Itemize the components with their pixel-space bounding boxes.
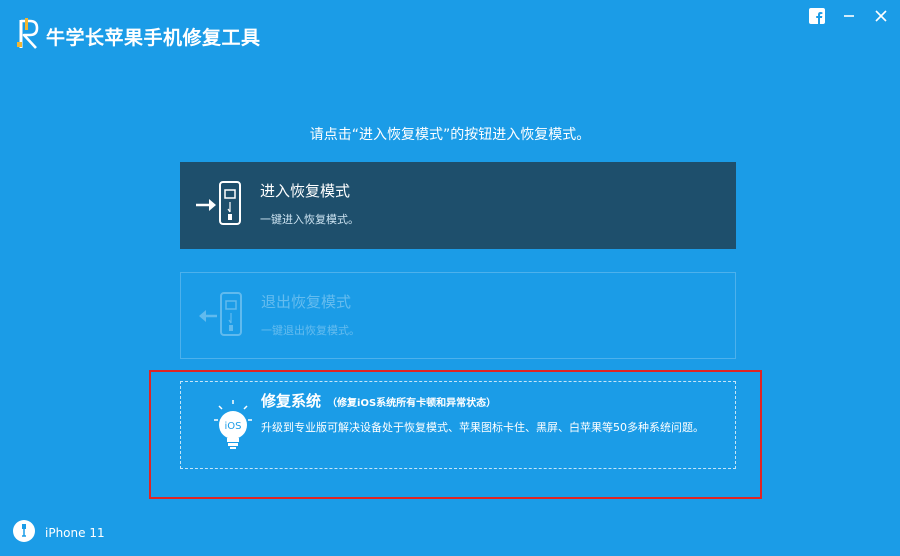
exit-recovery-mode-button[interactable]: 退出恢复模式 一键退出恢复模式。 (180, 272, 736, 359)
enter-recovery-title: 进入恢复模式 (260, 182, 351, 200)
device-status: iPhone 11 (12, 519, 105, 547)
repair-system-title-text: 修复系统 (261, 392, 322, 410)
app-window: 牛学长苹果手机修复工具 请点击“进入恢复模式”的按钮进入恢复模式。 进入恢复模式… (0, 0, 900, 556)
enter-recovery-desc: 一键进入恢复模式。 (260, 213, 359, 226)
ios-bulb-icon: iOS (195, 398, 255, 454)
minimize-icon (844, 15, 854, 17)
minimize-button[interactable] (838, 6, 860, 26)
instruction-text: 请点击“进入恢复模式”的按钮进入恢复模式。 (309, 127, 591, 143)
reiboot-logo-icon (16, 14, 46, 52)
phone-exit-icon (195, 289, 255, 345)
titlebar-controls (806, 6, 892, 26)
facebook-icon[interactable] (806, 6, 828, 26)
phone-cable-icon (12, 519, 36, 547)
repair-system-title: 修复系统 （修复iOS系统所有卡顿和异常状态） (261, 390, 496, 415)
repair-system-button[interactable]: iOS 修复系统 （修复iOS系统所有卡顿和异常状态） 升级到专业版可解决设备处于… (180, 381, 736, 469)
device-name: iPhone 11 (45, 526, 105, 540)
app-title: 牛学长苹果手机修复工具 (46, 27, 261, 49)
svg-text:iOS: iOS (225, 421, 242, 432)
close-icon (875, 10, 887, 22)
exit-recovery-desc: 一键退出恢复模式。 (261, 324, 360, 337)
exit-recovery-title: 退出恢复模式 (261, 293, 352, 311)
close-button[interactable] (870, 6, 892, 26)
enter-recovery-mode-button[interactable]: 进入恢复模式 一键进入恢复模式。 (180, 162, 736, 249)
phone-enter-icon (194, 178, 254, 234)
repair-system-subtitle: （修复iOS系统所有卡顿和异常状态） (327, 398, 497, 409)
repair-system-desc: 升级到专业版可解决设备处于恢复模式、苹果图标卡住、黑屏、白苹果等50多种系统问题… (261, 421, 704, 434)
